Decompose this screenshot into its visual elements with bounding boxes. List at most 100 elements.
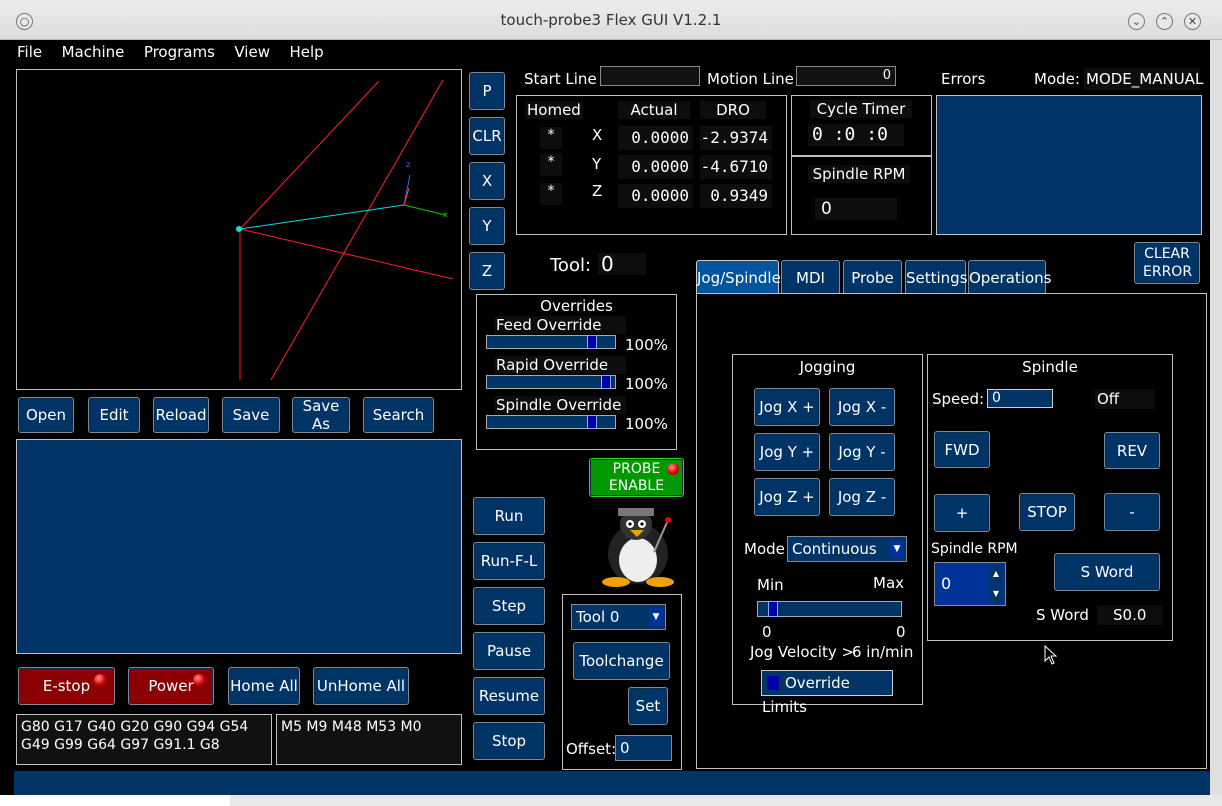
power-led-icon — [193, 674, 205, 686]
probe-led-icon — [667, 463, 679, 475]
window-menu-icon[interactable]: ○ — [16, 13, 33, 30]
rapid-override-slider[interactable] — [486, 375, 616, 389]
errors-label: Errors — [941, 70, 986, 88]
s-word-label: S Word — [1036, 606, 1089, 624]
stop-button[interactable]: Stop — [473, 722, 545, 760]
actual-header: Actual — [618, 101, 690, 119]
x-homed-indicator: * — [540, 127, 562, 149]
edit-button[interactable]: Edit — [88, 397, 140, 433]
tab-probe[interactable]: Probe — [843, 260, 902, 294]
timer-hours: 0 — [812, 124, 823, 145]
x-actual-value: 0.0000 — [618, 126, 693, 150]
spindle-stop-button[interactable]: STOP — [1019, 493, 1075, 531]
unhome-all-button[interactable]: UnHome All — [313, 667, 409, 705]
spindle-rpm-label: Spindle RPM — [808, 165, 910, 183]
spindle-plus-button[interactable]: + — [934, 494, 990, 532]
jog-z-plus-button[interactable]: Jog Z + — [754, 478, 820, 516]
offset-input[interactable]: 0 — [615, 735, 672, 761]
open-button[interactable]: Open — [18, 397, 74, 433]
y-homed-indicator: * — [540, 154, 562, 176]
override-limits-checkbox[interactable]: Override Limits — [761, 670, 893, 716]
svg-text:x: x — [443, 210, 448, 219]
spindle-override-slider[interactable] — [486, 415, 616, 429]
run-button[interactable]: Run — [473, 497, 545, 535]
spindle-rev-button[interactable]: REV — [1104, 432, 1160, 469]
pause-button[interactable]: Pause — [473, 632, 545, 670]
search-button[interactable]: Search — [363, 397, 434, 433]
feed-override-label: Feed Override — [494, 316, 626, 334]
tool-select[interactable]: Tool 0 ▼ — [571, 604, 666, 630]
active-mcodes: M5 M9 M48 M53 M0 — [276, 714, 462, 765]
jog-x-minus-button[interactable]: Jog X - — [829, 388, 895, 426]
plot-perspective-button[interactable]: P — [469, 72, 505, 110]
z-dro-value: 0.9349 — [700, 184, 772, 208]
jog-min-value: 0 — [762, 623, 772, 641]
feed-override-slider[interactable] — [486, 335, 616, 349]
menu-view[interactable]: View — [234, 40, 270, 61]
home-all-button[interactable]: Home All — [228, 667, 300, 705]
spindle-rpm-spinbox[interactable]: 0 ▲ ▼ — [934, 562, 1006, 606]
jog-velocity-handle[interactable] — [768, 601, 778, 617]
spin-up-icon[interactable]: ▲ — [989, 565, 1003, 583]
start-line-input[interactable] — [600, 66, 700, 86]
tab-settings[interactable]: Settings — [905, 260, 968, 294]
menu-bar: File Machine Programs View Help — [0, 40, 1210, 64]
menu-programs[interactable]: Programs — [144, 40, 215, 61]
tab-operations[interactable]: Operations — [968, 260, 1051, 294]
plot-x-view-button[interactable]: X — [469, 162, 505, 200]
close-icon[interactable]: ✕ — [1184, 13, 1201, 30]
spin-down-icon[interactable]: ▼ — [989, 585, 1003, 603]
power-button[interactable]: Power — [128, 667, 214, 705]
jog-mode-select[interactable]: Continuous ▼ — [787, 536, 907, 562]
gcode-viewer[interactable] — [16, 439, 462, 654]
minimize-icon[interactable]: ⌄ — [1128, 13, 1145, 30]
step-button[interactable]: Step — [473, 587, 545, 625]
rapid-override-handle[interactable] — [601, 375, 611, 389]
s-word-button[interactable]: S Word — [1054, 553, 1160, 591]
tool-set-button[interactable]: Set — [628, 687, 668, 725]
estop-led-icon — [94, 674, 106, 686]
resume-button[interactable]: Resume — [473, 677, 545, 715]
plot-y-view-button[interactable]: Y — [469, 207, 505, 245]
spindle-state: Off — [1095, 389, 1155, 409]
toolchange-button[interactable]: Toolchange — [573, 642, 670, 680]
jog-y-plus-button[interactable]: Jog Y + — [754, 433, 820, 471]
tab-mdi[interactable]: MDI — [781, 260, 840, 294]
rapid-override-value: 100% — [625, 375, 668, 393]
z-axis-label: Z — [592, 182, 603, 200]
probe-enable-button[interactable]: PROBE ENABLE — [589, 458, 684, 497]
tool-label: Tool: — [550, 255, 592, 276]
spindle-fwd-button[interactable]: FWD — [934, 431, 990, 468]
chevron-down-icon: ▼ — [649, 608, 663, 626]
jog-y-minus-button[interactable]: Jog Y - — [829, 433, 895, 471]
plot-z-view-button[interactable]: Z — [469, 252, 505, 290]
jogging-title: Jogging — [799, 358, 856, 376]
jog-velocity-slider[interactable] — [757, 601, 902, 617]
spindle-override-handle[interactable] — [587, 415, 597, 429]
estop-button[interactable]: E-stop — [18, 667, 115, 705]
feed-override-handle[interactable] — [587, 335, 597, 349]
tab-jog-spindle[interactable]: Jog/Spindle — [696, 260, 781, 294]
clear-error-button[interactable]: CLEAR ERROR — [1134, 242, 1200, 284]
run-from-line-button[interactable]: Run-F-L — [473, 542, 545, 580]
spindle-minus-button[interactable]: - — [1104, 493, 1160, 531]
window-border — [1210, 40, 1222, 806]
save-button[interactable]: Save — [222, 397, 280, 433]
menu-help[interactable]: Help — [289, 40, 323, 61]
reload-button[interactable]: Reload — [153, 397, 209, 433]
menu-file[interactable]: File — [17, 40, 42, 61]
plot-clear-button[interactable]: CLR — [469, 117, 505, 155]
mode-label: Mode: — [1034, 70, 1080, 88]
maximize-icon[interactable]: ⌃ — [1156, 13, 1173, 30]
y-axis-label: Y — [592, 155, 602, 173]
penguin-mascot-icon — [602, 508, 674, 587]
save-as-button[interactable]: Save As — [292, 397, 350, 433]
toolpath-plot[interactable]: z x — [16, 69, 462, 390]
jog-x-plus-button[interactable]: Jog X + — [754, 388, 820, 426]
cycle-timer-display: 0 :0 :0 — [808, 124, 904, 146]
jog-velocity-label: Jog Velocity > — [750, 643, 855, 661]
mode-value: MODE_MANUAL — [1084, 68, 1204, 90]
menu-machine[interactable]: Machine — [62, 40, 125, 61]
jog-z-minus-button[interactable]: Jog Z - — [829, 478, 895, 516]
spindle-rpm-value: 0 — [815, 198, 897, 220]
